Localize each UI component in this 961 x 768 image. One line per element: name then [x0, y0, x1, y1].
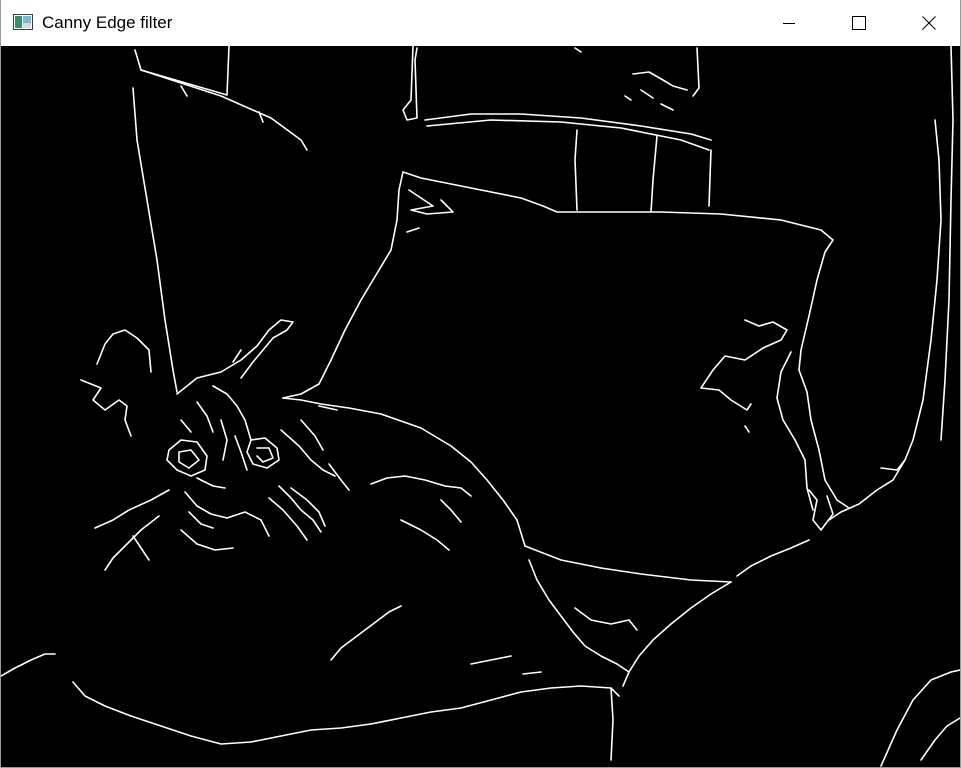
- title-bar[interactable]: Canny Edge filter: [1, 0, 960, 46]
- close-icon: [922, 16, 936, 30]
- edge-image-canvas: [1, 46, 960, 767]
- window-title: Canny Edge filter: [42, 13, 173, 32]
- app-window: Canny Edge filter: [0, 0, 961, 768]
- canny-edge-image: [1, 46, 960, 767]
- close-button[interactable]: [894, 0, 961, 46]
- minimize-button[interactable]: [754, 0, 824, 46]
- minimize-icon: [783, 23, 795, 24]
- app-window-icon: [13, 14, 33, 30]
- maximize-button[interactable]: [824, 0, 894, 46]
- maximize-icon: [852, 16, 866, 30]
